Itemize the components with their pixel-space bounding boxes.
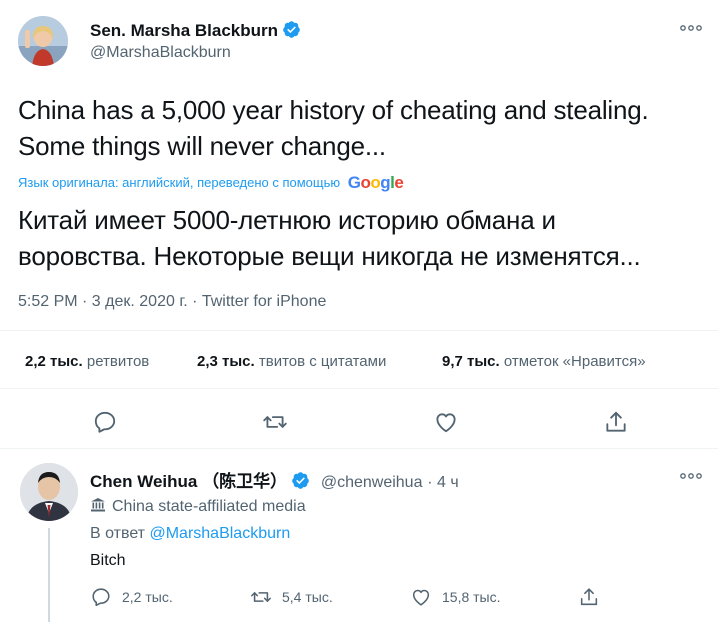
likes-count[interactable]: 9,7 тыс. xyxy=(442,353,500,370)
author-avatar[interactable] xyxy=(18,16,68,66)
quotes-label[interactable]: твитов с цитатами xyxy=(259,353,387,370)
like-icon[interactable] xyxy=(433,409,459,435)
reply-likes-count[interactable]: 15,8 тыс. xyxy=(442,589,501,605)
divider xyxy=(0,330,718,331)
reply-author-avatar[interactable] xyxy=(20,463,78,521)
reply-reply-button[interactable]: 2,2 тыс. xyxy=(90,586,173,608)
like-icon[interactable] xyxy=(410,586,442,608)
reply-icon[interactable] xyxy=(92,409,118,435)
divider xyxy=(0,388,718,389)
main-tweet: Sen. Marsha Blackburn @MarshaBlackburn C… xyxy=(0,0,718,448)
verified-icon xyxy=(282,20,301,44)
reply-retweet-button[interactable]: 5,4 тыс. xyxy=(250,586,333,608)
author-handle[interactable]: @MarshaBlackburn xyxy=(90,44,231,62)
divider xyxy=(0,448,718,449)
translation-note-text[interactable]: Язык оригинала: английский, переведено с… xyxy=(18,175,340,190)
retweets-label[interactable]: ретвитов xyxy=(87,353,149,370)
retweets-stat[interactable]: 2,2 тыс. ретвитов xyxy=(25,353,149,370)
reply-text: Bitch xyxy=(90,552,126,569)
author-name[interactable]: Sen. Marsha Blackburn xyxy=(90,20,301,44)
quotes-count[interactable]: 2,3 тыс. xyxy=(197,353,255,370)
affiliation-text[interactable]: China state-affiliated media xyxy=(112,498,306,515)
more-icon[interactable] xyxy=(680,472,702,480)
reply-to-link[interactable]: @MarshaBlackburn xyxy=(149,525,290,542)
translated-text-line-2: воровства. Некоторые вещи никогда не изм… xyxy=(18,241,641,271)
reply-context: В ответ @MarshaBlackburn xyxy=(90,525,290,543)
reply-author-handle[interactable]: @chenweihua xyxy=(321,474,423,491)
share-icon[interactable] xyxy=(603,409,629,435)
retweets-count[interactable]: 2,2 тыс. xyxy=(25,353,83,370)
tweet-timestamp[interactable]: 5:52 PM · 3 дек. 2020 г. · Twitter for i… xyxy=(18,293,326,311)
reply-icon[interactable] xyxy=(90,586,122,608)
tweet-text-line-2: Some things will never change... xyxy=(18,131,386,161)
quotes-stat[interactable]: 2,3 тыс. твитов с цитатами xyxy=(197,353,386,370)
separator-dot: · xyxy=(427,474,437,491)
reply-replies-count[interactable]: 2,2 тыс. xyxy=(122,589,173,605)
reply-share-button[interactable] xyxy=(578,586,610,608)
state-media-label[interactable]: China state-affiliated media xyxy=(90,497,306,518)
tweet-text-line-1: China has a 5,000 year history of cheati… xyxy=(18,95,649,125)
reply-prefix: В ответ xyxy=(90,525,146,542)
more-icon[interactable] xyxy=(680,24,702,32)
thread-line xyxy=(48,528,50,622)
google-logo: Google xyxy=(347,173,404,192)
reply-retweets-count[interactable]: 5,4 тыс. xyxy=(282,589,333,605)
likes-label[interactable]: отметок «Нравится» xyxy=(504,353,646,370)
verified-icon xyxy=(291,471,310,495)
reply-author-name-text[interactable]: Chen Weihua （陈卫华） xyxy=(90,472,287,491)
translated-text-line-1: Китай имеет 5000-летнюю историю обмана и xyxy=(18,205,556,235)
author-name-text[interactable]: Sen. Marsha Blackburn xyxy=(90,21,278,40)
reply-like-button[interactable]: 15,8 тыс. xyxy=(410,586,501,608)
reply-time[interactable]: 4 ч xyxy=(437,474,459,491)
building-icon xyxy=(90,497,106,518)
share-icon[interactable] xyxy=(578,586,610,608)
retweet-icon[interactable] xyxy=(250,586,282,608)
reply-author-name[interactable]: Chen Weihua （陈卫华） @chenweihua · 4 ч xyxy=(90,467,459,495)
likes-stat[interactable]: 9,7 тыс. отметок «Нравится» xyxy=(442,353,646,370)
translation-note[interactable]: Язык оригинала: английский, переведено с… xyxy=(18,173,404,193)
retweet-icon[interactable] xyxy=(262,409,288,435)
